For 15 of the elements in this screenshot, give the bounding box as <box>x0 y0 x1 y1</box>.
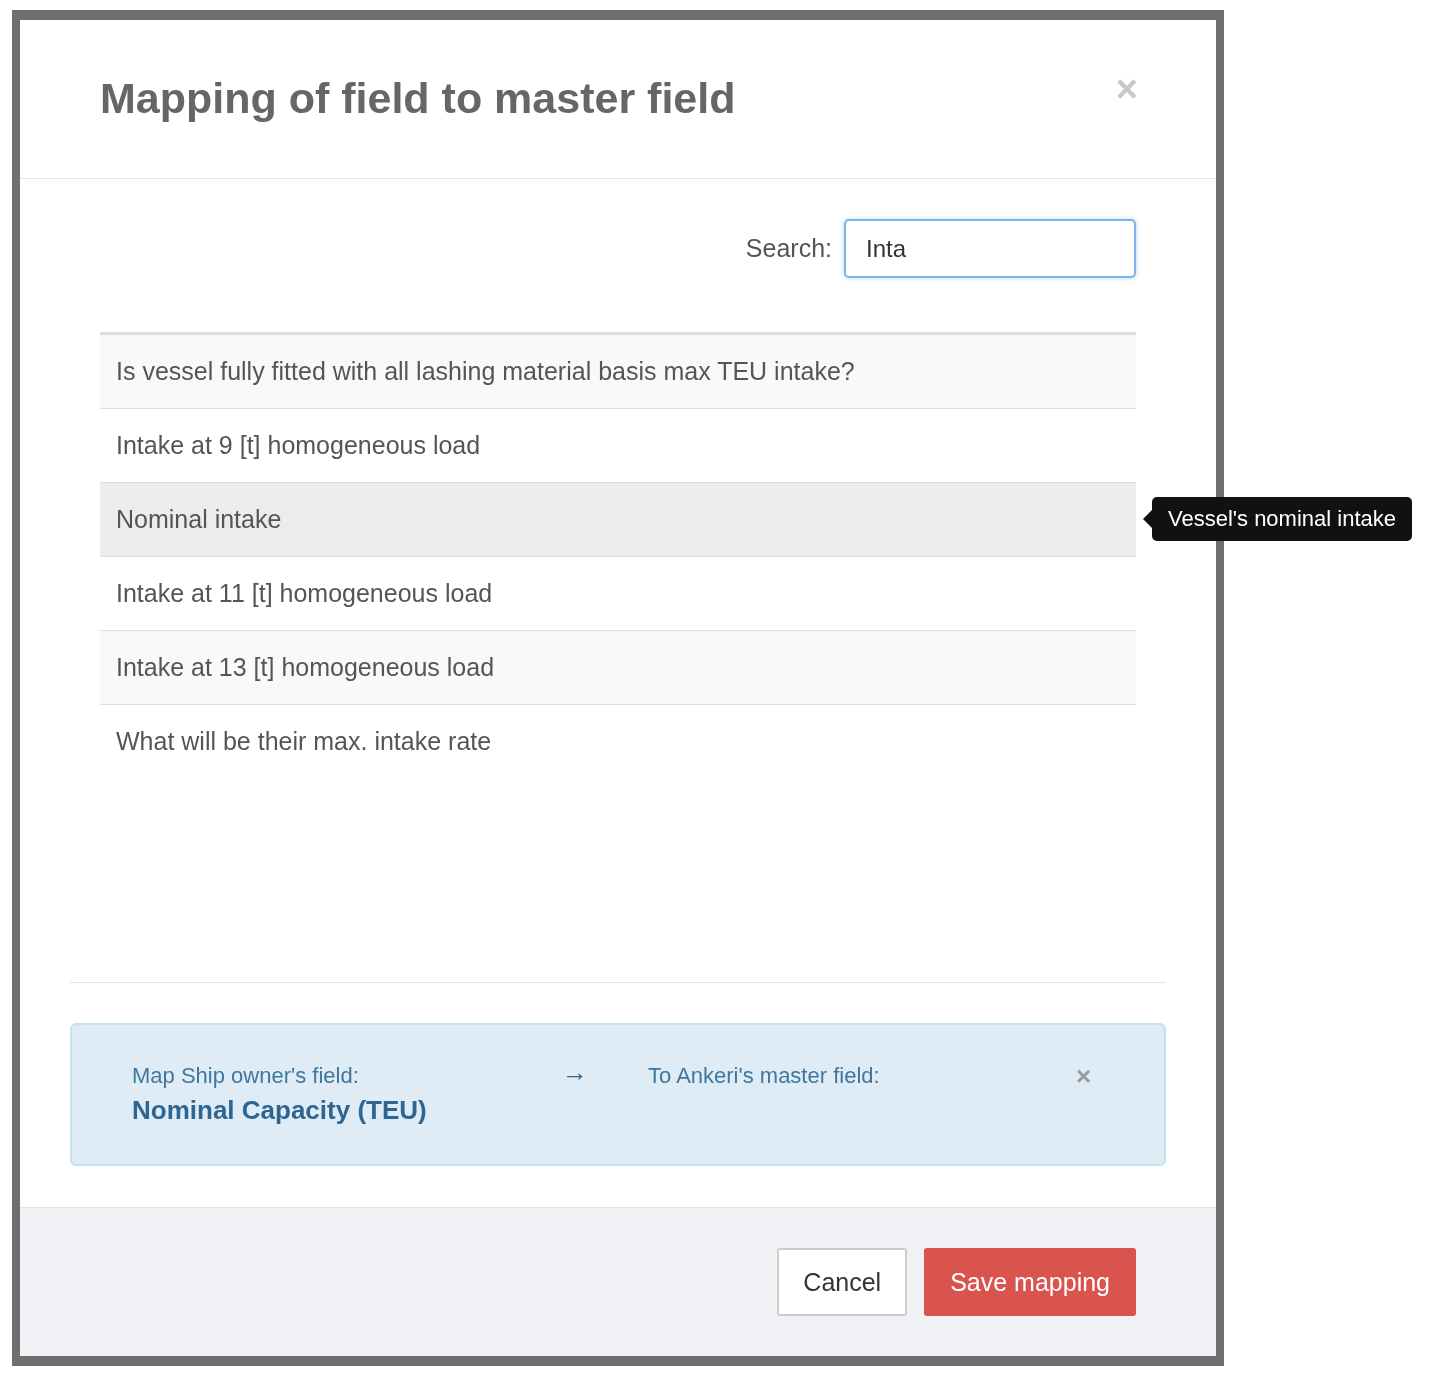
source-field-label: Map Ship owner's field: <box>132 1063 360 1089</box>
table-row[interactable]: Is vessel fully fitted with all lashing material basis max TEU intake? <box>100 335 1136 409</box>
source-field-value: Nominal Capacity (TEU) <box>132 1095 428 1126</box>
search-label: Search: <box>745 234 832 263</box>
modal-title: Mapping of field to master field <box>100 74 736 123</box>
tooltip: Vessel's nominal intake <box>1152 497 1412 541</box>
table-row[interactable]: Nominal intake <box>100 483 1136 557</box>
target-field-label: To Ankeri's master field: <box>648 1063 881 1089</box>
table-row[interactable]: Intake at 13 [t] homogeneous load <box>100 631 1136 705</box>
cancel-button[interactable]: Cancel <box>777 1248 908 1316</box>
arrow-icon: → <box>562 1057 648 1088</box>
save-button[interactable]: Save mapping <box>924 1248 1136 1316</box>
table-row[interactable]: What will be their max. intake rate <box>100 705 1136 778</box>
tooltip-pointer-icon <box>1143 510 1152 528</box>
search-field[interactable]: Inta <box>844 219 1136 278</box>
